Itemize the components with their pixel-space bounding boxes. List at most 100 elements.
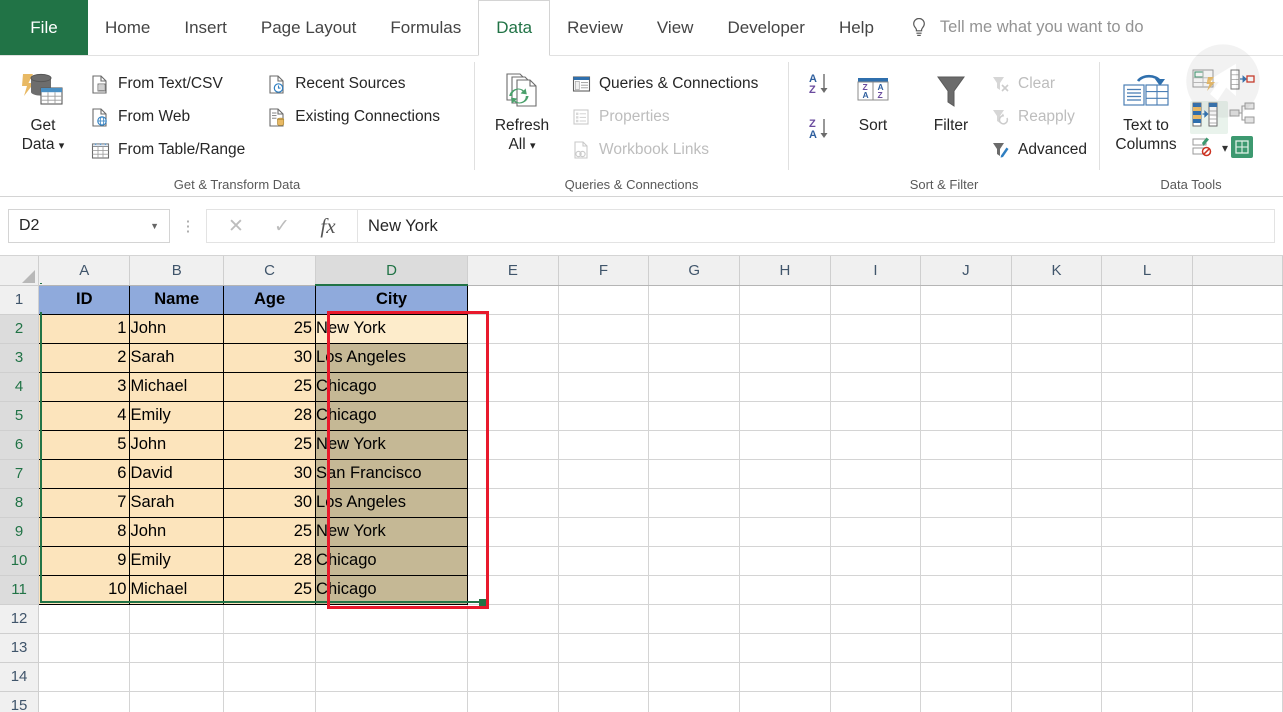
cell-M13[interactable]	[1192, 633, 1283, 663]
tab-home[interactable]: Home	[88, 0, 167, 55]
cell-A2[interactable]: 1	[38, 314, 131, 344]
cell-B13[interactable]	[129, 633, 225, 663]
cell-J8[interactable]	[920, 488, 1012, 518]
enter-icon[interactable]: ✓	[259, 215, 305, 238]
cell-D9[interactable]: New York	[315, 517, 468, 547]
cell-K2[interactable]	[1011, 314, 1103, 344]
row-header-5[interactable]: 5	[0, 401, 40, 431]
cell-B4[interactable]: Michael	[129, 372, 225, 402]
tab-insert[interactable]: Insert	[167, 0, 244, 55]
select-all-corner[interactable]	[0, 256, 40, 286]
column-header-partial[interactable]	[1192, 256, 1283, 286]
cell-L10[interactable]	[1101, 546, 1193, 576]
column-header-H[interactable]: H	[739, 256, 831, 286]
cell-A13[interactable]	[38, 633, 131, 663]
cell-I10[interactable]	[830, 546, 922, 576]
cell-L9[interactable]	[1101, 517, 1193, 547]
cell-J1[interactable]	[920, 285, 1012, 315]
cell-J14[interactable]	[920, 662, 1012, 692]
formula-input[interactable]: New York	[357, 209, 1275, 243]
tab-view[interactable]: View	[640, 0, 711, 55]
cell-I2[interactable]	[830, 314, 922, 344]
cell-K6[interactable]	[1011, 430, 1103, 460]
cell-F10[interactable]	[558, 546, 650, 576]
column-header-K[interactable]: K	[1011, 256, 1103, 286]
cell-E12[interactable]	[467, 604, 559, 634]
cell-B14[interactable]	[129, 662, 225, 692]
cell-D1[interactable]: City	[315, 285, 468, 315]
row-header-1[interactable]: 1	[0, 285, 40, 315]
cell-B5[interactable]: Emily	[129, 401, 225, 431]
refresh-all-button[interactable]: Refresh All ▾	[483, 64, 561, 156]
cell-A8[interactable]: 7	[38, 488, 131, 518]
row-header-2[interactable]: 2	[0, 314, 40, 344]
cell-J10[interactable]	[920, 546, 1012, 576]
cell-G14[interactable]	[648, 662, 741, 692]
cell-K8[interactable]	[1011, 488, 1103, 518]
from-text-csv-button[interactable]: From Text/CSV	[86, 69, 249, 99]
cell-B9[interactable]: John	[129, 517, 225, 547]
cell-F4[interactable]	[558, 372, 650, 402]
get-data-button[interactable]: Get Data ▾	[6, 64, 80, 156]
cell-K7[interactable]	[1011, 459, 1103, 489]
cell-B7[interactable]: David	[129, 459, 225, 489]
cell-K3[interactable]	[1011, 343, 1103, 373]
cell-F7[interactable]	[558, 459, 650, 489]
cell-J11[interactable]	[920, 575, 1012, 605]
cell-F3[interactable]	[558, 343, 650, 373]
sort-descending-button[interactable]: Z A	[807, 115, 837, 150]
sort-ascending-button[interactable]: A Z	[807, 70, 837, 105]
cell-I7[interactable]	[830, 459, 922, 489]
cell-H12[interactable]	[739, 604, 831, 634]
row-header-10[interactable]: 10	[0, 546, 40, 576]
from-web-button[interactable]: From Web	[86, 102, 249, 132]
cancel-icon[interactable]: ✕	[213, 215, 259, 238]
cell-A12[interactable]	[38, 604, 131, 634]
cell-J3[interactable]	[920, 343, 1012, 373]
cell-L13[interactable]	[1101, 633, 1193, 663]
row-header-14[interactable]: 14	[0, 662, 40, 692]
cell-B6[interactable]: John	[129, 430, 225, 460]
column-header-G[interactable]: G	[648, 256, 741, 286]
cell-D11[interactable]: Chicago	[315, 575, 468, 605]
cell-G12[interactable]	[648, 604, 741, 634]
cell-H8[interactable]	[739, 488, 831, 518]
cell-C3[interactable]: 30	[223, 343, 317, 373]
tab-help[interactable]: Help	[822, 0, 891, 55]
cell-G11[interactable]	[648, 575, 741, 605]
cell-H3[interactable]	[739, 343, 831, 373]
cell-G6[interactable]	[648, 430, 741, 460]
cell-C2[interactable]: 25	[223, 314, 317, 344]
column-header-A[interactable]: A	[38, 256, 131, 286]
cell-E9[interactable]	[467, 517, 559, 547]
cell-M8[interactable]	[1192, 488, 1283, 518]
sort-button[interactable]: Z A A Z Sort	[841, 64, 905, 135]
consolidate-button[interactable]	[1228, 68, 1256, 99]
cell-D5[interactable]: Chicago	[315, 401, 468, 431]
cell-G13[interactable]	[648, 633, 741, 663]
cell-E7[interactable]	[467, 459, 559, 489]
cell-I3[interactable]	[830, 343, 922, 373]
row-header-13[interactable]: 13	[0, 633, 40, 663]
cell-D10[interactable]: Chicago	[315, 546, 468, 576]
column-header-D[interactable]: D	[315, 256, 468, 286]
cell-G5[interactable]	[648, 401, 741, 431]
cell-M11[interactable]	[1192, 575, 1283, 605]
cell-E13[interactable]	[467, 633, 559, 663]
from-table-range-button[interactable]: From Table/Range	[86, 135, 249, 165]
cell-H10[interactable]	[739, 546, 831, 576]
tab-page-layout[interactable]: Page Layout	[244, 0, 373, 55]
cell-F6[interactable]	[558, 430, 650, 460]
tab-developer[interactable]: Developer	[710, 0, 822, 55]
name-box[interactable]: D2 ▼	[8, 209, 170, 243]
chevron-down-icon[interactable]: ▼	[150, 221, 159, 231]
cell-M5[interactable]	[1192, 401, 1283, 431]
column-header-L[interactable]: L	[1101, 256, 1193, 286]
row-header-7[interactable]: 7	[0, 459, 40, 489]
cell-G4[interactable]	[648, 372, 741, 402]
cell-D7[interactable]: San Francisco	[315, 459, 468, 489]
cell-D12[interactable]	[315, 604, 468, 634]
cell-H6[interactable]	[739, 430, 831, 460]
cell-F14[interactable]	[558, 662, 650, 692]
cell-D4[interactable]: Chicago	[315, 372, 468, 402]
